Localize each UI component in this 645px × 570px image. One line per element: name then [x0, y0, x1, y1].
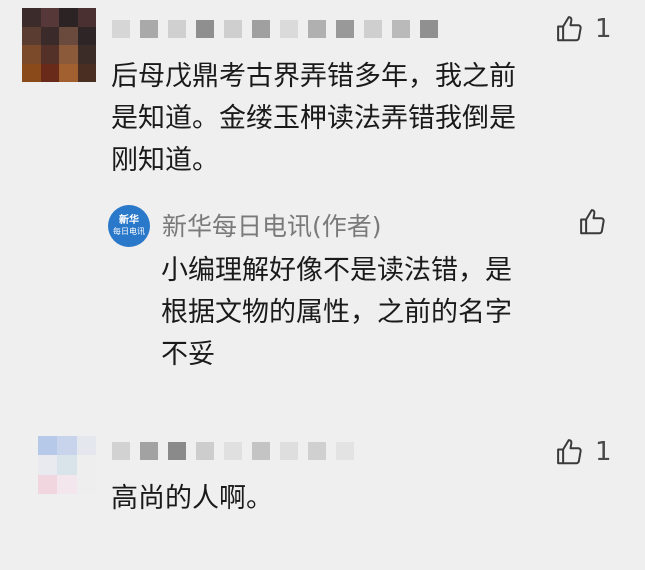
like-count: 1 [595, 437, 612, 467]
avatar-pixelated[interactable] [22, 8, 96, 82]
comment-text: 高尚的人啊。 [111, 478, 273, 520]
reply-text-line: 小编理解好像不是读法错，是 [161, 255, 512, 286]
reply-like-button[interactable] [578, 207, 608, 237]
comment-text-line: 是知道。金缕玉柙读法弄错我倒是 [111, 103, 516, 134]
comment-text-line: 刚知道。 [111, 145, 219, 176]
author-avatar-label: 新华 [119, 215, 139, 226]
like-count: 1 [595, 14, 612, 44]
comment-text: 后母戊鼎考古界弄错多年，我之前 是知道。金缕玉柙读法弄错我倒是 刚知道。 [111, 56, 516, 182]
avatar-pixelated[interactable] [38, 436, 96, 494]
comment-text-line: 高尚的人啊。 [111, 483, 273, 514]
like-button[interactable]: 1 [555, 437, 612, 467]
author-avatar-label: 每日电讯 [113, 227, 145, 236]
author-name: 新华每日电讯(作者) [162, 212, 382, 241]
username-mosaic [112, 18, 438, 40]
thumbs-up-icon [555, 437, 585, 467]
reply-text-line: 根据文物的属性，之前的名字 [161, 297, 512, 328]
like-button[interactable]: 1 [555, 14, 612, 44]
username-mosaic [112, 440, 354, 462]
reply-text: 小编理解好像不是读法错，是 根据文物的属性，之前的名字 不妥 [161, 250, 512, 376]
author-avatar[interactable]: 新华 每日电讯 [108, 205, 150, 247]
thumbs-up-icon [578, 207, 608, 237]
reply-text-line: 不妥 [161, 339, 215, 370]
thumbs-up-icon [555, 14, 585, 44]
comment-text-line: 后母戊鼎考古界弄错多年，我之前 [111, 61, 516, 92]
